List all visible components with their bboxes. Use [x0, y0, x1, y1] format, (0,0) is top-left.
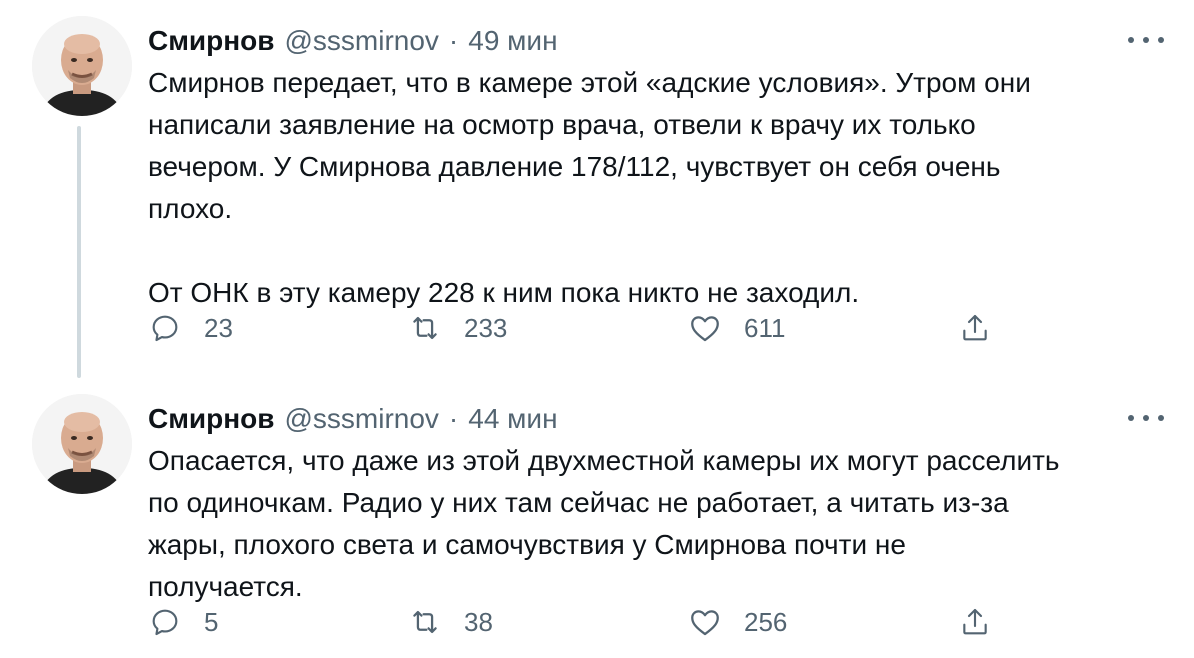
- reply-count: 5: [204, 606, 219, 637]
- share-button[interactable]: [958, 308, 992, 348]
- share-icon: [958, 311, 992, 345]
- retweet-icon: [408, 311, 442, 345]
- reply-button[interactable]: 5: [148, 602, 218, 642]
- reply-count: 23: [204, 312, 233, 343]
- more-icon-dot: [1143, 37, 1149, 43]
- tweet-timestamp[interactable]: 44 мин: [468, 403, 557, 435]
- avatar[interactable]: [30, 392, 134, 496]
- tweet-text: Смирнов передает, что в камере этой «адс…: [148, 67, 1031, 308]
- avatar[interactable]: [30, 14, 134, 118]
- tweet-actions: 23 233 611: [148, 308, 1048, 348]
- separator-dot: ·: [448, 25, 459, 56]
- heart-icon: [688, 311, 722, 345]
- more-icon-dot: [1158, 37, 1164, 43]
- tweet-timestamp[interactable]: 49 мин: [468, 25, 557, 57]
- author-name[interactable]: Смирнов: [148, 403, 274, 435]
- more-options-button[interactable]: [1128, 32, 1164, 48]
- retweet-icon: [408, 605, 442, 639]
- retweet-button[interactable]: 233: [408, 308, 507, 348]
- retweet-button[interactable]: 38: [408, 602, 493, 642]
- retweet-count: 38: [464, 606, 493, 637]
- like-count: 611: [744, 312, 786, 343]
- tweet-actions: 5 38 256: [148, 602, 1048, 642]
- more-options-button[interactable]: [1128, 410, 1164, 426]
- heart-icon: [688, 605, 722, 639]
- tweet-text: Опасается, что даже из этой двухместной …: [148, 445, 1060, 602]
- tweet-header: Смирнов @sssmirnov · 44 мин: [148, 400, 558, 438]
- author-name[interactable]: Смирнов: [148, 25, 274, 57]
- separator-dot: ·: [448, 403, 459, 434]
- reply-icon: [148, 605, 182, 639]
- share-button[interactable]: [958, 602, 992, 642]
- tweet[interactable]: Смирнов @sssmirnov · 49 мин Смирнов пере…: [0, 0, 1194, 378]
- like-button[interactable]: 256: [688, 602, 787, 642]
- more-icon-dot: [1158, 415, 1164, 421]
- retweet-count: 233: [464, 312, 508, 343]
- tweet-header: Смирнов @sssmirnov · 49 мин: [148, 22, 558, 60]
- like-button[interactable]: 611: [688, 308, 785, 348]
- reply-icon: [148, 311, 182, 345]
- reply-button[interactable]: 23: [148, 308, 233, 348]
- more-icon-dot: [1128, 37, 1134, 43]
- more-icon-dot: [1143, 415, 1149, 421]
- author-handle[interactable]: @sssmirnov: [284, 25, 438, 57]
- more-icon-dot: [1128, 415, 1134, 421]
- like-count: 256: [744, 606, 788, 637]
- author-handle[interactable]: @sssmirnov: [284, 403, 438, 435]
- share-icon: [958, 605, 992, 639]
- tweet[interactable]: Смирнов @sssmirnov · 44 мин Опасается, ч…: [0, 378, 1194, 658]
